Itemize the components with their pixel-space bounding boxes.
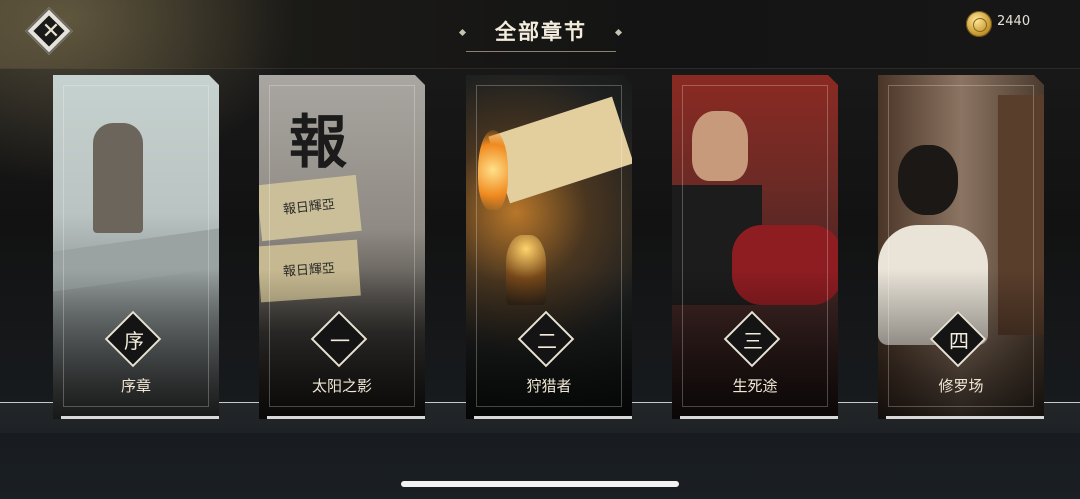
chapter-card-1[interactable]: 報 報日輝亞 報日輝亞 一 太阳之影 (259, 75, 425, 419)
card-underline (61, 416, 219, 419)
page-title-wrap: 全部章节 (466, 16, 616, 52)
chapter-card-prologue[interactable]: 序 序章 (53, 75, 219, 419)
card-underline (474, 416, 632, 419)
card-underline (680, 416, 838, 419)
home-indicator[interactable] (401, 481, 679, 487)
chapter-card-3[interactable]: 三 生死途 (672, 75, 838, 419)
chapter-badge-number: 三 (743, 329, 763, 353)
chapter-badge-number: 四 (949, 329, 969, 353)
chapter-name: 狩猎者 (526, 377, 572, 395)
coin-icon (966, 11, 992, 37)
title-underline (466, 51, 616, 52)
chapter-card-4[interactable]: 四 修罗场 (878, 75, 1044, 419)
card-underline (886, 416, 1044, 419)
chapter-name: 太阳之影 (311, 377, 372, 395)
chapter-name: 修罗场 (938, 377, 984, 395)
chapter-name: 序章 (120, 377, 151, 395)
coin-count: 2440 (997, 14, 1031, 29)
chapter-badge-number: 序 (124, 329, 144, 353)
chapter-card-2[interactable]: 二 狩猎者 (466, 75, 632, 419)
chapter-badge-number: 一 (330, 329, 350, 353)
chapter-name: 生死途 (732, 377, 778, 395)
page-title: 全部章节 (495, 19, 587, 44)
chapter-badge-number: 二 (537, 329, 557, 353)
card-underline (267, 416, 425, 419)
